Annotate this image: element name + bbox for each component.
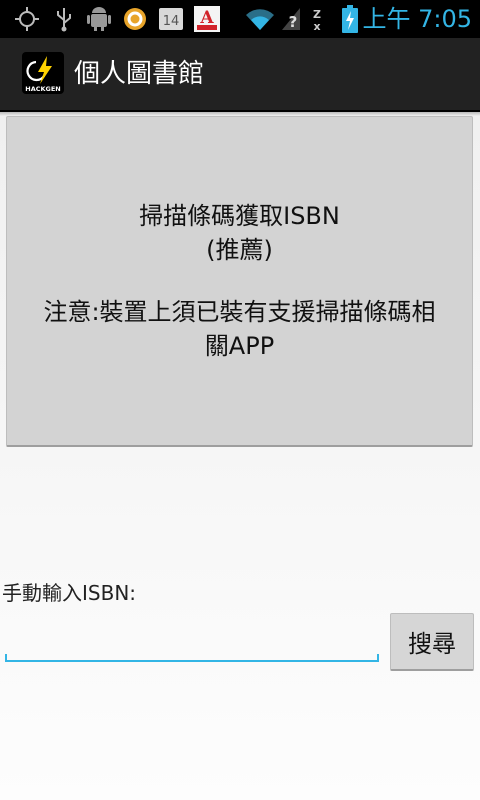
search-button[interactable]: 搜尋 — [390, 613, 474, 671]
svg-text:x: x — [313, 20, 320, 32]
wifi-icon — [245, 6, 275, 32]
gps-icon — [14, 6, 40, 32]
app-logo-icon[interactable]: HACKGEN — [22, 52, 64, 94]
status-bar: 14 A ? Zx 上午 7:05 — [0, 0, 480, 38]
isbn-input-underline — [5, 660, 379, 662]
sync-app-icon — [122, 6, 148, 32]
calendar-day: 14 — [163, 14, 180, 29]
action-bar: HACKGEN 個人圖書館 — [0, 38, 480, 112]
app-title: 個人圖書館 — [74, 59, 205, 89]
manual-isbn-label: 手動輸入ISBN: — [2, 581, 137, 605]
status-time: 上午 7:05 — [362, 5, 472, 33]
no-signal-icon: ? — [280, 6, 302, 32]
app-logo-text: HACKGEN — [25, 85, 61, 93]
isbn-input[interactable] — [6, 620, 378, 664]
scan-button-recommended: (推薦) — [206, 236, 273, 264]
font-app-icon: A — [194, 6, 220, 32]
usb-icon — [54, 6, 74, 32]
scan-button-note-continued: 關APP — [204, 332, 275, 360]
svg-text:?: ? — [289, 13, 298, 31]
calendar-icon: 14 — [157, 6, 185, 32]
scan-button-note: 注意:裝置上須已裝有支援掃描條碼相 — [43, 298, 436, 326]
data-icon: Zx — [308, 6, 326, 32]
scan-barcode-button[interactable]: 掃描條碼獲取ISBN (推薦) 注意:裝置上須已裝有支援掃描條碼相 關APP — [6, 116, 473, 447]
android-debug-icon — [86, 6, 112, 32]
scan-button-title: 掃描條碼獲取ISBN — [139, 202, 340, 230]
battery-charging-icon — [340, 5, 360, 33]
